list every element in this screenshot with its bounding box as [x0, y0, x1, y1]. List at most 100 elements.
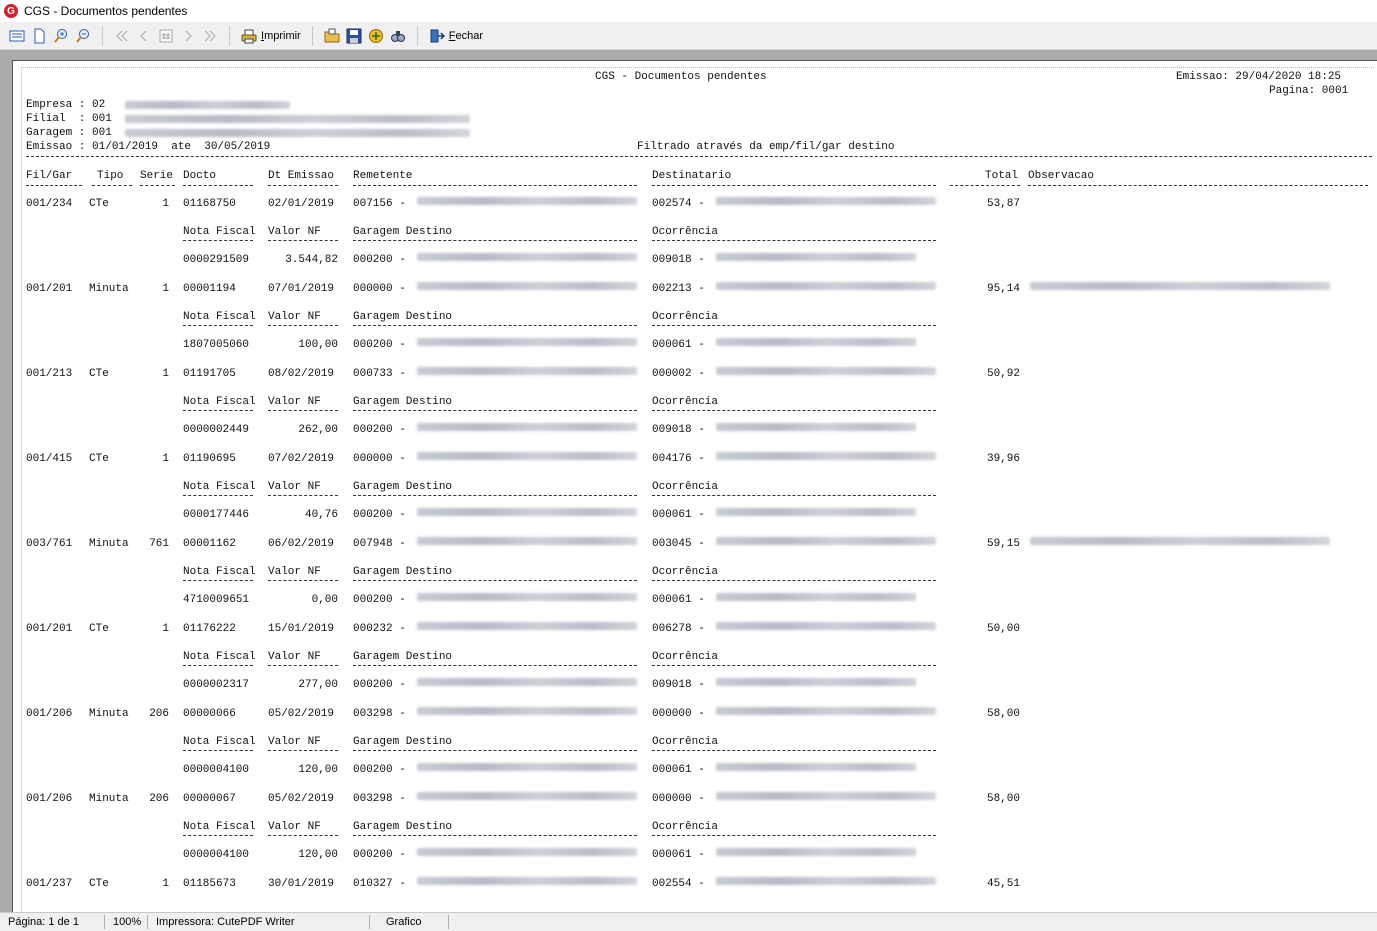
sub-col-underline	[183, 580, 253, 581]
next-page-icon[interactable]	[177, 25, 199, 47]
redacted-text	[417, 763, 637, 771]
redacted-text	[417, 197, 637, 205]
record-remetente-code: 000000 -	[353, 283, 406, 295]
report-emission-date: Emissao: 29/04/2020 18:25	[1176, 71, 1342, 83]
redacted-text	[1030, 537, 1330, 545]
redacted-text	[716, 253, 916, 261]
record-total: 58,00	[986, 708, 1020, 720]
redacted-text	[716, 537, 936, 545]
redacted-text	[417, 508, 637, 516]
report-viewport[interactable]: CGS - Documentos pendentes Emissao: 29/0…	[0, 50, 1377, 912]
printer-icon	[241, 29, 257, 43]
redacted-text	[716, 792, 936, 800]
record-ocorrencia-code: 000061 -	[652, 764, 705, 776]
col-total: Total	[985, 170, 1019, 182]
sub-col-nota-fiscal: Nota Fiscal	[183, 311, 256, 323]
record-docto: 01168750	[183, 198, 236, 210]
record-nota-fiscal: 0000002317	[183, 679, 250, 691]
title-bar: G CGS - Documentos pendentes	[0, 0, 1377, 22]
record-dt-emissao: 08/02/2019	[268, 368, 335, 380]
last-page-icon[interactable]	[199, 25, 221, 47]
sub-col-underline	[268, 325, 338, 326]
redacted-text	[716, 707, 936, 715]
sub-col-underline	[268, 580, 338, 581]
redacted-text	[417, 423, 637, 431]
record-serie: 761	[149, 538, 169, 550]
empresa-label: Empresa : 02	[26, 99, 106, 111]
record-total: 45,51	[986, 878, 1020, 890]
col-destinatario: Destinatario	[652, 170, 732, 182]
close-label: Fechar	[448, 29, 483, 42]
sub-col-underline	[353, 835, 637, 836]
sub-col-underline	[183, 835, 253, 836]
record-nota-fiscal: 4710009651	[183, 594, 250, 606]
record-ocorrencia-code: 000061 -	[652, 849, 705, 861]
record-docto: 01185673	[183, 878, 236, 890]
sub-col-nota-fiscal: Nota Fiscal	[183, 226, 256, 238]
record-tipo: CTe	[89, 623, 109, 635]
col-underline	[183, 185, 253, 186]
sub-col-underline	[353, 410, 637, 411]
record-nota-fiscal: 1807005060	[183, 339, 250, 351]
sub-col-underline	[652, 750, 936, 751]
record-total: 50,00	[986, 623, 1020, 635]
sub-col-underline	[353, 580, 637, 581]
record-serie: 206	[149, 708, 169, 720]
sub-col-underline	[652, 580, 936, 581]
sub-col-nota-fiscal: Nota Fiscal	[183, 481, 256, 493]
sub-col-underline	[652, 665, 936, 666]
record-filgar: 001/206	[26, 793, 73, 805]
record-remetente-code: 003298 -	[353, 708, 406, 720]
go-to-page-icon[interactable]	[155, 25, 177, 47]
status-zoom: 100%	[105, 915, 148, 929]
record-docto: 01176222	[183, 623, 236, 635]
sub-col-underline	[652, 325, 936, 326]
sub-col-garagem-destino: Garagem Destino	[353, 651, 453, 663]
record-serie: 1	[162, 878, 169, 890]
zoom-out-icon[interactable]	[72, 25, 94, 47]
record-valor-nf: 0,00	[311, 594, 338, 606]
toolbar-separator	[416, 25, 418, 46]
record-serie: 1	[162, 623, 169, 635]
page-width-icon[interactable]	[6, 25, 28, 47]
col-docto: Docto	[183, 170, 217, 182]
first-page-icon[interactable]	[111, 25, 133, 47]
find-icon[interactable]	[387, 25, 409, 47]
app-logo-icon: G	[4, 4, 18, 18]
redacted-text	[417, 877, 637, 885]
record-garagem-code: 000200 -	[353, 594, 406, 606]
previous-page-icon[interactable]	[133, 25, 155, 47]
whole-page-icon[interactable]	[28, 25, 50, 47]
sub-col-ocorrencia: Ocorrência	[652, 481, 719, 493]
record-total: 50,92	[986, 368, 1020, 380]
record-garagem-code: 000200 -	[353, 254, 406, 266]
header-divider	[26, 156, 1372, 157]
close-button[interactable]: Fechar	[426, 25, 486, 47]
redacted-text	[716, 452, 936, 460]
record-ocorrencia-code: 009018 -	[652, 679, 705, 691]
redacted-text	[125, 101, 290, 109]
record-valor-nf: 262,00	[298, 424, 338, 436]
record-dt-emissao: 05/02/2019	[268, 708, 335, 720]
redacted-text	[716, 877, 936, 885]
record-ocorrencia-code: 000061 -	[652, 594, 705, 606]
sub-col-ocorrencia: Ocorrência	[652, 821, 719, 833]
record-destinatario-code: 000000 -	[652, 793, 705, 805]
print-button[interactable]: Imprimir	[238, 25, 304, 47]
open-icon[interactable]	[321, 25, 343, 47]
redacted-text	[417, 452, 637, 460]
sub-col-ocorrencia: Ocorrência	[652, 736, 719, 748]
sub-col-underline	[353, 240, 637, 241]
export-icon[interactable]	[365, 25, 387, 47]
record-garagem-code: 000200 -	[353, 679, 406, 691]
redacted-text	[1030, 282, 1330, 290]
toolbar: Imprimir Fechar	[0, 22, 1377, 50]
record-ocorrencia-code: 009018 -	[652, 254, 705, 266]
sub-col-ocorrencia: Ocorrência	[652, 566, 719, 578]
zoom-in-icon[interactable]	[50, 25, 72, 47]
sub-col-underline	[652, 410, 936, 411]
save-icon[interactable]	[343, 25, 365, 47]
record-remetente-code: 007948 -	[353, 538, 406, 550]
record-dt-emissao: 15/01/2019	[268, 623, 335, 635]
col-underline	[353, 185, 637, 186]
